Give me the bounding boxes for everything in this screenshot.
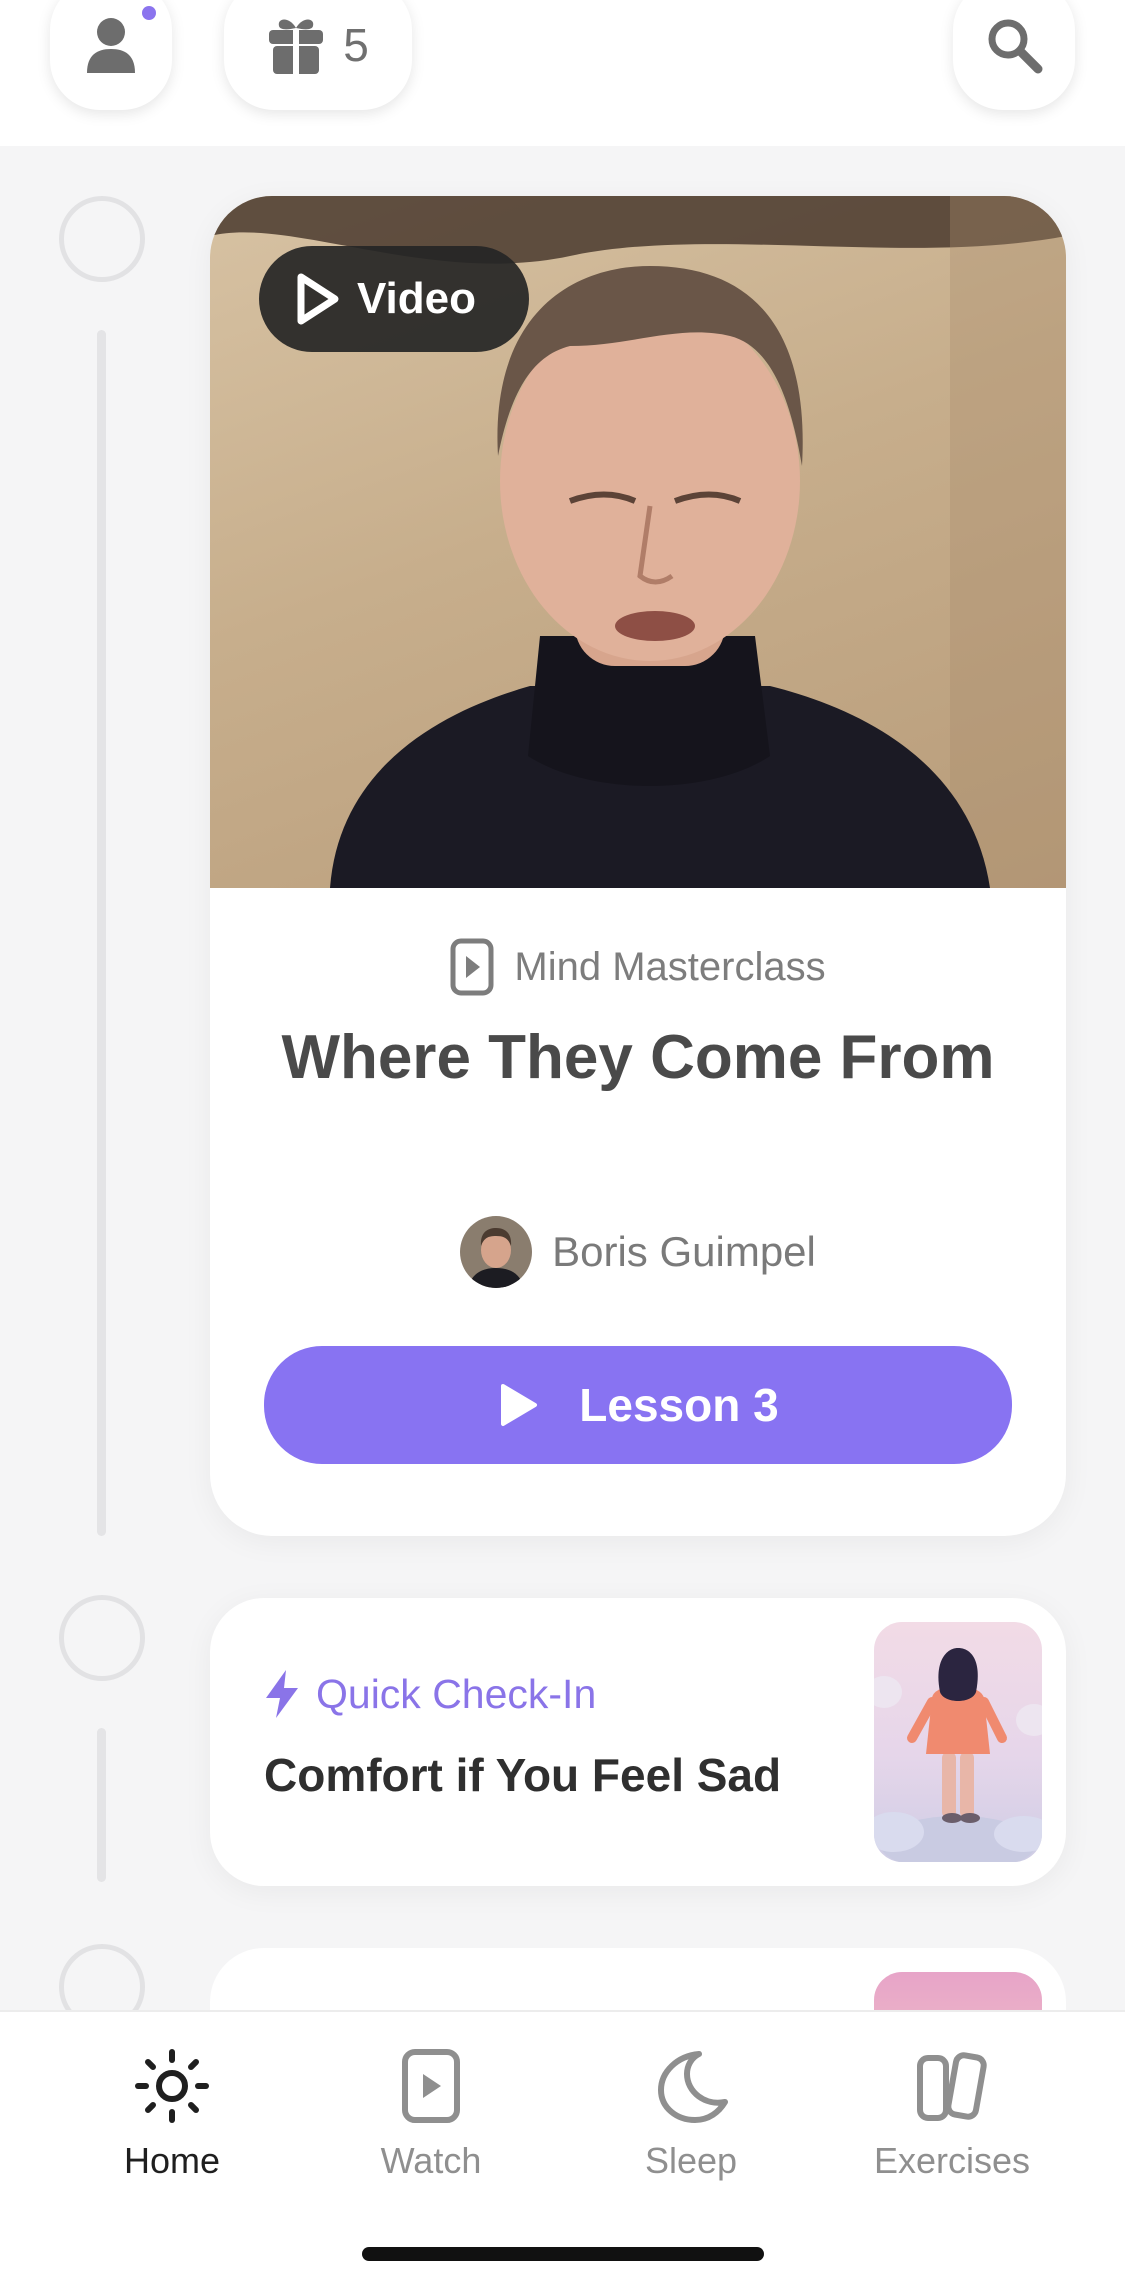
sun-icon <box>135 2049 209 2123</box>
timeline-node <box>59 1595 145 1681</box>
checkin-card[interactable]: Quick Check-In Comfort if You Feel Sad <box>210 1598 1066 1886</box>
masterclass-card[interactable]: Video Mind Masterclass Where They Come F… <box>210 196 1066 1536</box>
play-icon <box>501 1384 538 1426</box>
timeline-line <box>97 1728 106 1882</box>
person-icon <box>87 18 135 73</box>
cards-icon <box>917 2052 987 2121</box>
notification-dot <box>137 1 161 25</box>
checkin-label: Quick Check-In <box>316 1670 597 1717</box>
lesson-title: Where They Come From <box>281 1023 995 1092</box>
category-label: Mind Masterclass <box>514 944 826 989</box>
lesson-button-label: Lesson 3 <box>579 1379 779 1431</box>
checkin-title: Comfort if You Feel Sad <box>264 1749 782 1801</box>
timeline-node <box>59 196 145 282</box>
timeline-line <box>97 330 106 1536</box>
gift-icon <box>269 19 324 74</box>
nav-exercises[interactable]: Exercises <box>832 2048 1072 2188</box>
search-button[interactable] <box>953 0 1075 110</box>
nav-sleep[interactable]: Sleep <box>571 2048 811 2188</box>
video-file-icon <box>450 938 494 996</box>
gift-button[interactable]: 5 <box>224 0 412 110</box>
video-badge-label: Video <box>357 274 477 323</box>
nav-home-label: Home <box>123 2140 221 2181</box>
category-row: Mind Masterclass <box>210 938 1066 996</box>
video-thumbnail[interactable]: Video <box>210 196 1066 888</box>
woman-on-cloud-illustration <box>874 1648 1042 1862</box>
lesson-play-button[interactable]: Lesson 3 <box>264 1346 1012 1464</box>
checkin-thumbnail <box>874 1622 1042 1862</box>
bottom-navigation: Home Watch Sleep Exercises <box>0 2010 1125 2286</box>
checkin-label-row: Quick Check-In <box>262 1668 596 1720</box>
home-indicator[interactable] <box>362 2247 764 2261</box>
search-icon <box>988 19 1043 74</box>
nav-exercises-label: Exercises <box>873 2140 1031 2181</box>
moon-icon <box>658 2051 728 2123</box>
author-name: Boris Guimpel <box>552 1228 816 1275</box>
author-avatar <box>460 1216 533 1288</box>
nav-watch[interactable]: Watch <box>311 2048 551 2188</box>
play-square-icon <box>402 2049 460 2123</box>
author-row: Boris Guimpel <box>210 1216 1066 1288</box>
top-bar: 5 <box>0 0 1125 146</box>
nav-sleep-label: Sleep <box>644 2140 738 2181</box>
video-badge: Video <box>259 246 529 352</box>
play-outline-icon <box>297 273 339 325</box>
gift-count: 5 <box>343 19 369 71</box>
nav-watch-label: Watch <box>380 2140 482 2181</box>
nav-home[interactable]: Home <box>52 2048 292 2188</box>
lightning-icon <box>266 1670 298 1718</box>
